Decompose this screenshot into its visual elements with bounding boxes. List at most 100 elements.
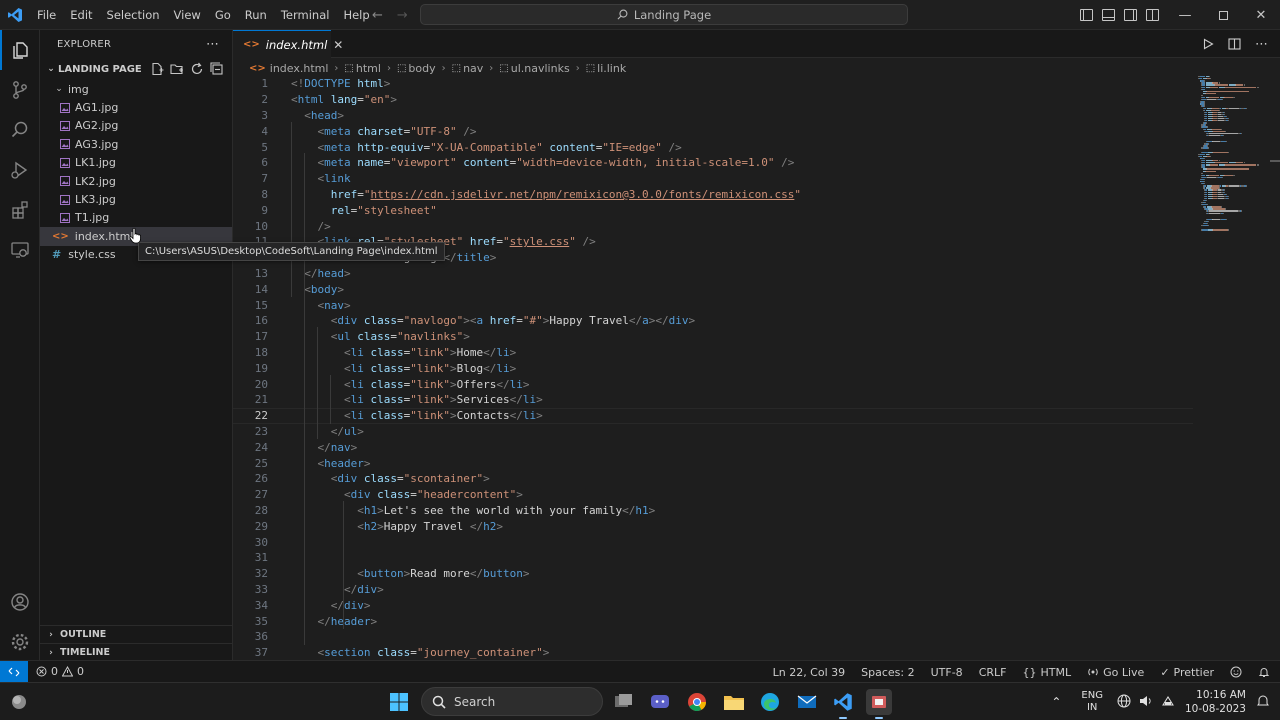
- file-t1-jpg[interactable]: T1.jpg: [40, 209, 232, 227]
- code-line[interactable]: 5 <meta http-equiv="X-UA-Compatible" con…: [233, 139, 1193, 155]
- close-window-button[interactable]: ✕: [1242, 0, 1280, 30]
- code-line[interactable]: 32 <button>Read more</button>: [233, 566, 1193, 582]
- timeline-section[interactable]: › TIMELINE: [40, 643, 233, 661]
- code-line[interactable]: 26 <div class="scontainer">: [233, 471, 1193, 487]
- source-control-icon[interactable]: [0, 70, 40, 110]
- command-center-search[interactable]: Landing Page: [420, 4, 908, 25]
- cursor-position[interactable]: Ln 22, Col 39: [773, 666, 846, 679]
- minimize-button[interactable]: —: [1166, 0, 1204, 30]
- problems-indicator[interactable]: 0 0: [28, 665, 84, 678]
- code-line[interactable]: 7 <link: [233, 171, 1193, 187]
- collapse-all-icon[interactable]: [210, 62, 224, 76]
- volume-icon[interactable]: [1139, 694, 1153, 711]
- menu-help[interactable]: Help: [336, 0, 376, 30]
- toggle-sidebar-icon[interactable]: [1080, 9, 1093, 21]
- taskbar-search[interactable]: Search: [421, 687, 603, 716]
- encoding[interactable]: UTF-8: [931, 666, 963, 679]
- accounts-icon[interactable]: [0, 582, 40, 622]
- language-mode[interactable]: {} HTML: [1022, 666, 1071, 679]
- code-line[interactable]: 8 href="https://cdn.jsdelivr.net/npm/rem…: [233, 187, 1193, 203]
- file-explorer-icon[interactable]: [721, 689, 747, 715]
- code-line[interactable]: 20 <li class="link">Offers</li>: [233, 376, 1193, 392]
- new-folder-icon[interactable]: [170, 62, 184, 76]
- code-line[interactable]: 35 </header>: [233, 613, 1193, 629]
- line-ending[interactable]: CRLF: [979, 666, 1007, 679]
- minimap[interactable]: [1192, 76, 1268, 660]
- menu-file[interactable]: File: [30, 0, 63, 30]
- search-activity-icon[interactable]: [0, 110, 40, 150]
- menu-edit[interactable]: Edit: [63, 0, 99, 30]
- chrome-icon[interactable]: [684, 689, 710, 715]
- code-line[interactable]: 14 <body>: [233, 281, 1193, 297]
- go-live-button[interactable]: Go Live: [1087, 666, 1144, 679]
- breadcrumb-item[interactable]: ⬚ html: [344, 62, 381, 75]
- code-line[interactable]: 27 <div class="headercontent">: [233, 487, 1193, 503]
- edge-icon[interactable]: [757, 689, 783, 715]
- code-line[interactable]: 3 <head>: [233, 108, 1193, 124]
- task-view-icon[interactable]: [611, 689, 637, 715]
- toggle-panel-icon[interactable]: [1102, 9, 1115, 21]
- snipping-tool-icon[interactable]: [866, 689, 892, 719]
- file-ag1-jpg[interactable]: AG1.jpg: [40, 98, 232, 116]
- vscode-taskbar-icon[interactable]: [830, 689, 856, 719]
- code-line[interactable]: 18 <li class="link">Home</li>: [233, 345, 1193, 361]
- notifications-bell-icon[interactable]: [1258, 666, 1270, 678]
- notification-center-icon[interactable]: [1256, 694, 1270, 711]
- network-globe-icon[interactable]: [1117, 694, 1131, 711]
- code-line[interactable]: 23 </ul>: [233, 424, 1193, 440]
- code-line[interactable]: 2 <html lang="en">: [233, 92, 1193, 108]
- close-icon[interactable]: ✕: [333, 38, 343, 52]
- code-line[interactable]: 33 </div>: [233, 582, 1193, 598]
- customize-layout-icon[interactable]: [1146, 9, 1159, 21]
- explorer-activity-icon[interactable]: [0, 30, 40, 70]
- run-icon[interactable]: [1202, 38, 1214, 50]
- workspace-folder[interactable]: ⌄ LANDING PAGE: [40, 58, 232, 80]
- file-ag3-jpg[interactable]: AG3.jpg: [40, 135, 232, 153]
- language-indicator[interactable]: ENG IN: [1081, 690, 1103, 714]
- code-line[interactable]: 15 <nav>: [233, 297, 1193, 313]
- new-file-icon[interactable]: [150, 62, 164, 76]
- folder-img[interactable]: ⌄ img: [40, 80, 232, 98]
- split-editor-icon[interactable]: [1228, 38, 1241, 50]
- code-line[interactable]: 19 <li class="link">Blog</li>: [233, 360, 1193, 376]
- code-line[interactable]: 28 <h1>Let's see the world with your fam…: [233, 503, 1193, 519]
- teams-chat-icon[interactable]: [647, 689, 673, 715]
- code-line[interactable]: 29 <h2>Happy Travel </h2>: [233, 518, 1193, 534]
- feedback-icon[interactable]: [1230, 666, 1242, 678]
- code-line[interactable]: 30: [233, 534, 1193, 550]
- code-line[interactable]: 36: [233, 629, 1193, 645]
- code-line[interactable]: 1 <!DOCTYPE html>: [233, 76, 1193, 92]
- file-ag2-jpg[interactable]: AG2.jpg: [40, 117, 232, 135]
- code-line[interactable]: 25 <header>: [233, 455, 1193, 471]
- code-line[interactable]: 13 </head>: [233, 266, 1193, 282]
- mail-icon[interactable]: [794, 689, 820, 715]
- refresh-icon[interactable]: [190, 62, 204, 76]
- remote-explorer-icon[interactable]: [0, 230, 40, 270]
- code-line[interactable]: 4 <meta charset="UTF-8" />: [233, 123, 1193, 139]
- code-editor[interactable]: 1 <!DOCTYPE html> 2 <html lang="en"> 3 <head…: [233, 76, 1193, 660]
- indentation[interactable]: Spaces: 2: [861, 666, 914, 679]
- tab-index-html[interactable]: <> index.html ✕: [233, 30, 343, 58]
- file-lk3-jpg[interactable]: LK3.jpg: [40, 190, 232, 208]
- breadcrumb-item[interactable]: <> index.html: [249, 62, 328, 75]
- forward-arrow-icon[interactable]: →: [397, 8, 408, 23]
- menu-run[interactable]: Run: [238, 0, 274, 30]
- run-debug-icon[interactable]: [0, 150, 40, 190]
- remote-indicator[interactable]: [0, 660, 28, 683]
- show-hidden-icons-chevron-icon[interactable]: ⌃: [1051, 695, 1061, 709]
- back-arrow-icon[interactable]: ←: [372, 8, 383, 23]
- code-line[interactable]: 6 <meta name="viewport" content="width=d…: [233, 155, 1193, 171]
- code-line[interactable]: 17 <ul class="navlinks">: [233, 329, 1193, 345]
- code-line[interactable]: 21 <li class="link">Services</li>: [233, 392, 1193, 408]
- weather-widget-icon[interactable]: [6, 689, 32, 715]
- code-line[interactable]: 34 </div>: [233, 597, 1193, 613]
- breadcrumb-item[interactable]: ⬚ body: [397, 62, 436, 75]
- menu-go[interactable]: Go: [208, 0, 238, 30]
- breadcrumb-item[interactable]: ⬚ nav: [452, 62, 484, 75]
- outline-section[interactable]: › OUTLINE: [40, 625, 233, 643]
- start-windows-icon[interactable]: [386, 689, 412, 715]
- menu-selection[interactable]: Selection: [100, 0, 167, 30]
- file-lk2-jpg[interactable]: LK2.jpg: [40, 172, 232, 190]
- clock[interactable]: 10:16 AM 10-08-2023: [1185, 688, 1246, 716]
- more-actions-icon[interactable]: ⋯: [1255, 37, 1268, 52]
